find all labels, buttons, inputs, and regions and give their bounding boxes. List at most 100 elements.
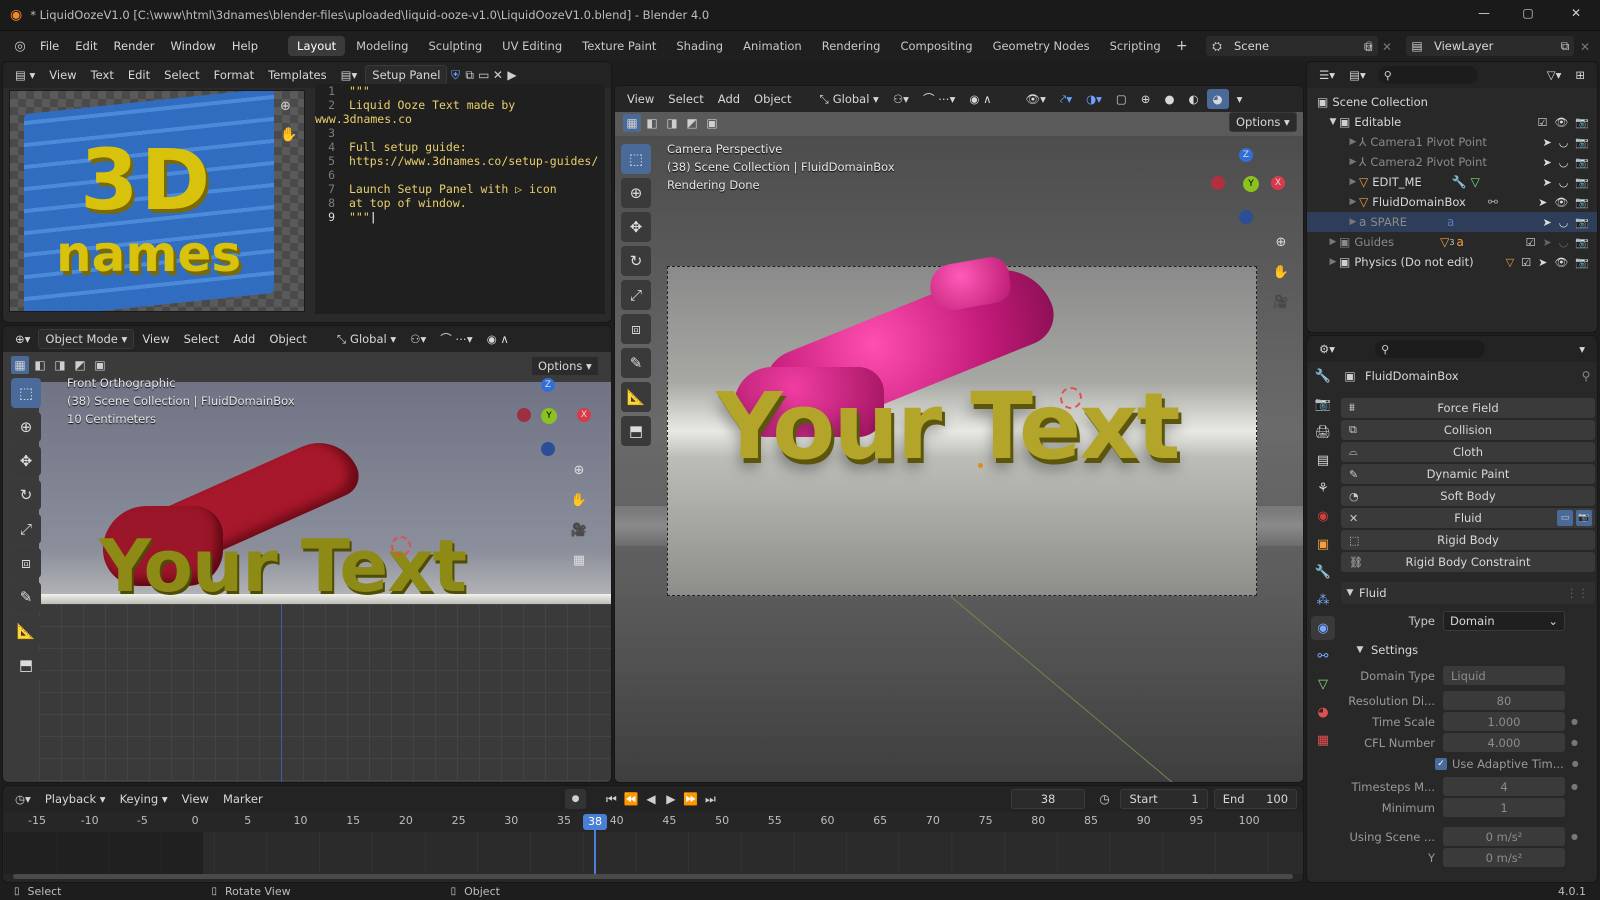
vp2-select-box-icon[interactable]: ▦ bbox=[623, 114, 641, 132]
vp2-annotate-tool-icon[interactable]: ✎ bbox=[621, 348, 651, 378]
outliner-row-camera2-pivot[interactable]: ▶ ⅄ Camera2 Pivot Point ➤ ◡ 📷 bbox=[1313, 152, 1597, 172]
soft-body-button[interactable]: ◔ Soft Body bbox=[1341, 486, 1595, 506]
camera-render-icon[interactable]: 📷 bbox=[1575, 116, 1589, 129]
vp2-overlay-toggle-icon[interactable]: ◑▾ bbox=[1080, 89, 1108, 109]
properties-search-input[interactable]: ⚲ bbox=[1375, 340, 1486, 358]
select-arrow-icon[interactable]: ➤ bbox=[1542, 176, 1551, 189]
close-icon[interactable]: ✕ bbox=[1566, 6, 1586, 20]
pin-properties-icon[interactable]: ⚲ bbox=[1577, 369, 1595, 383]
vp1-menu-select[interactable]: Select bbox=[178, 329, 225, 349]
measure-tool-icon[interactable]: 📐 bbox=[11, 616, 41, 646]
minimize-icon[interactable]: — bbox=[1474, 6, 1494, 20]
run-script-icon[interactable]: ▶ bbox=[506, 68, 518, 82]
vp2-pivot-icon[interactable]: ⚇▾ bbox=[887, 89, 915, 109]
collapse-arrow-icon[interactable]: ▶ bbox=[1347, 157, 1359, 167]
fluid-type-dropdown[interactable]: Domain ⌄ bbox=[1443, 610, 1565, 631]
panel-drag-handle-icon[interactable]: ⋮⋮ bbox=[1566, 586, 1589, 600]
duplicate-text-icon[interactable]: ⧉ bbox=[464, 68, 476, 83]
render-tab-icon[interactable]: 📷 bbox=[1311, 392, 1335, 416]
vp2-menu-view[interactable]: View bbox=[621, 89, 660, 109]
vp2-menu-add[interactable]: Add bbox=[712, 89, 746, 109]
eye-closed-icon[interactable]: ◡ bbox=[1559, 236, 1569, 249]
remove-fluid-icon[interactable]: ✕ bbox=[1349, 512, 1358, 525]
vp2-options-button[interactable]: Options ▾ bbox=[1229, 112, 1297, 132]
vp2-gizmo-z-icon[interactable]: Z bbox=[1239, 148, 1253, 162]
eye-icon[interactable]: 👁 bbox=[1554, 256, 1568, 269]
outliner-row-guides[interactable]: ▶ ▣ Guides ▽ 3 a ☑ ➤ ◡ 📷 bbox=[1313, 232, 1597, 252]
timeline-view-menu[interactable]: View bbox=[176, 789, 215, 809]
tab-geometry-nodes[interactable]: Geometry Nodes bbox=[984, 36, 1099, 56]
add-cube-tool-icon[interactable]: ⬒ bbox=[11, 650, 41, 680]
maximize-icon[interactable]: ▢ bbox=[1518, 6, 1538, 20]
menu-edit[interactable]: Edit bbox=[67, 39, 105, 53]
collapse-arrow-icon[interactable]: ▶ bbox=[1327, 237, 1339, 247]
timeline-ruler[interactable]: -15 -10 -5 0 5 10 15 20 25 30 35 40 45 50 55 60 65 70 75 80… bbox=[3, 814, 1303, 830]
vp2-camera-icon[interactable]: 🎥 bbox=[1269, 290, 1293, 314]
camera-render-icon[interactable]: 📷 bbox=[1575, 136, 1589, 149]
object-tab-icon[interactable]: ▣ bbox=[1311, 532, 1335, 556]
gizmo-z-icon[interactable]: Z bbox=[541, 378, 555, 392]
timesteps-min-field[interactable]: 1 bbox=[1443, 798, 1565, 817]
vp1-axis-gizmo[interactable]: Z Y X bbox=[515, 378, 595, 458]
vp1-proportional-icon[interactable]: ◉ ∧ bbox=[481, 329, 515, 349]
vp1-orientation-dropdown[interactable]: ⤡ Global ▾ bbox=[331, 329, 402, 349]
tab-scripting[interactable]: Scripting bbox=[1101, 36, 1170, 56]
select-arrow-icon[interactable]: ➤ bbox=[1538, 196, 1547, 209]
gizmo-x-icon[interactable]: X bbox=[577, 408, 591, 422]
vp1-snap-icon[interactable]: ⌒ ⋯▾ bbox=[434, 329, 478, 349]
timeline-scrollbar[interactable] bbox=[13, 874, 1293, 879]
tab-animation[interactable]: Animation bbox=[734, 36, 811, 56]
vp1-menu-add[interactable]: Add bbox=[227, 329, 261, 349]
menu-help[interactable]: Help bbox=[224, 39, 266, 53]
checkbox-icon[interactable]: ☑ bbox=[1537, 116, 1547, 129]
vp1-pivot-icon[interactable]: ⚇▾ bbox=[404, 329, 432, 349]
auto-keying-icon[interactable]: ● bbox=[564, 789, 587, 809]
checkbox-icon[interactable]: ☑ bbox=[1526, 236, 1536, 249]
text-menu-text[interactable]: Text bbox=[85, 65, 120, 85]
select-arrow-icon[interactable]: ➤ bbox=[1542, 136, 1551, 149]
timeline-keying-menu[interactable]: Keying ▾ bbox=[114, 789, 174, 809]
texture-tab-icon[interactable]: ▦ bbox=[1311, 728, 1335, 752]
vp2-gizmo-x-icon[interactable]: X bbox=[1271, 176, 1285, 190]
new-scene-icon[interactable]: ⧉ bbox=[1364, 40, 1373, 55]
text-file-name[interactable]: Setup Panel bbox=[365, 65, 448, 85]
tab-sculpting[interactable]: Sculpting bbox=[419, 36, 491, 56]
vp1-ortho-grid-icon[interactable]: ▦ bbox=[567, 548, 591, 572]
expand-arrow-icon[interactable]: ▼ bbox=[1327, 117, 1339, 127]
vp2-menu-object[interactable]: Object bbox=[748, 89, 797, 109]
text-editor-code[interactable]: 1 """ 2 Liquid Ooze Text made by www.3dnam… bbox=[315, 84, 605, 314]
add-workspace-icon[interactable]: + bbox=[1172, 38, 1192, 54]
select-arrow-icon[interactable]: ➤ bbox=[1542, 156, 1551, 169]
vp2-move-tool-icon[interactable]: ✥ bbox=[621, 212, 651, 242]
delete-view-layer-icon[interactable]: ✕ bbox=[1580, 40, 1590, 54]
collision-button[interactable]: ⧉ Collision bbox=[1341, 420, 1595, 440]
outliner-filter-icon[interactable]: ▽▾ bbox=[1541, 65, 1568, 85]
vp2-pan-icon[interactable]: ✋ bbox=[1269, 260, 1293, 284]
keyframe-dot-icon[interactable]: ● bbox=[1571, 717, 1578, 726]
camera-render-icon[interactable]: 📷 bbox=[1575, 216, 1589, 229]
rigid-body-button[interactable]: ⬚ Rigid Body bbox=[1341, 530, 1595, 550]
text-menu-select[interactable]: Select bbox=[158, 65, 205, 85]
object-mode-dropdown[interactable]: Object Mode ▾ bbox=[38, 329, 135, 349]
world-tab-icon[interactable]: ◉ bbox=[1311, 504, 1335, 528]
text-datablock-icon[interactable]: ▤▾ bbox=[335, 65, 364, 85]
outliner-row-camera1-pivot[interactable]: ▶ ⅄ Camera1 Pivot Point ➤ ◡ 📷 bbox=[1313, 132, 1597, 152]
time-scale-field[interactable]: 1.000 bbox=[1443, 712, 1565, 731]
vp2-select-subtract-icon[interactable]: ◨ bbox=[663, 114, 681, 132]
vp2-xray-icon[interactable]: ▢ bbox=[1110, 89, 1133, 109]
collapse-arrow-icon[interactable]: ▶ bbox=[1347, 217, 1359, 227]
vp2-select-tool-icon[interactable]: ⬚ bbox=[621, 144, 651, 174]
menu-render[interactable]: Render bbox=[106, 39, 163, 53]
vp2-proportional-icon[interactable]: ◉ ∧ bbox=[963, 89, 997, 109]
vp2-axis-gizmo[interactable]: Z Y X bbox=[1209, 148, 1289, 228]
select-arrow-icon[interactable]: ➤ bbox=[1538, 256, 1547, 269]
new-view-layer-icon[interactable]: ⧉ bbox=[1556, 39, 1574, 54]
dynamic-paint-button[interactable]: ✎ Dynamic Paint bbox=[1341, 464, 1595, 484]
fluid-button[interactable]: ✕ Fluid ▭ 📷 bbox=[1341, 508, 1595, 528]
select-arrow-icon[interactable]: ➤ bbox=[1542, 216, 1551, 229]
select-box-icon[interactable]: ▦ bbox=[11, 356, 29, 374]
camera-render-icon[interactable]: 📷 bbox=[1575, 176, 1589, 189]
vp2-shading-wire-icon[interactable]: ⊕ bbox=[1135, 89, 1157, 109]
tab-texture-paint[interactable]: Texture Paint bbox=[573, 36, 665, 56]
view-layer-selector[interactable]: ▤ ViewLayer ⧉ bbox=[1406, 36, 1574, 56]
